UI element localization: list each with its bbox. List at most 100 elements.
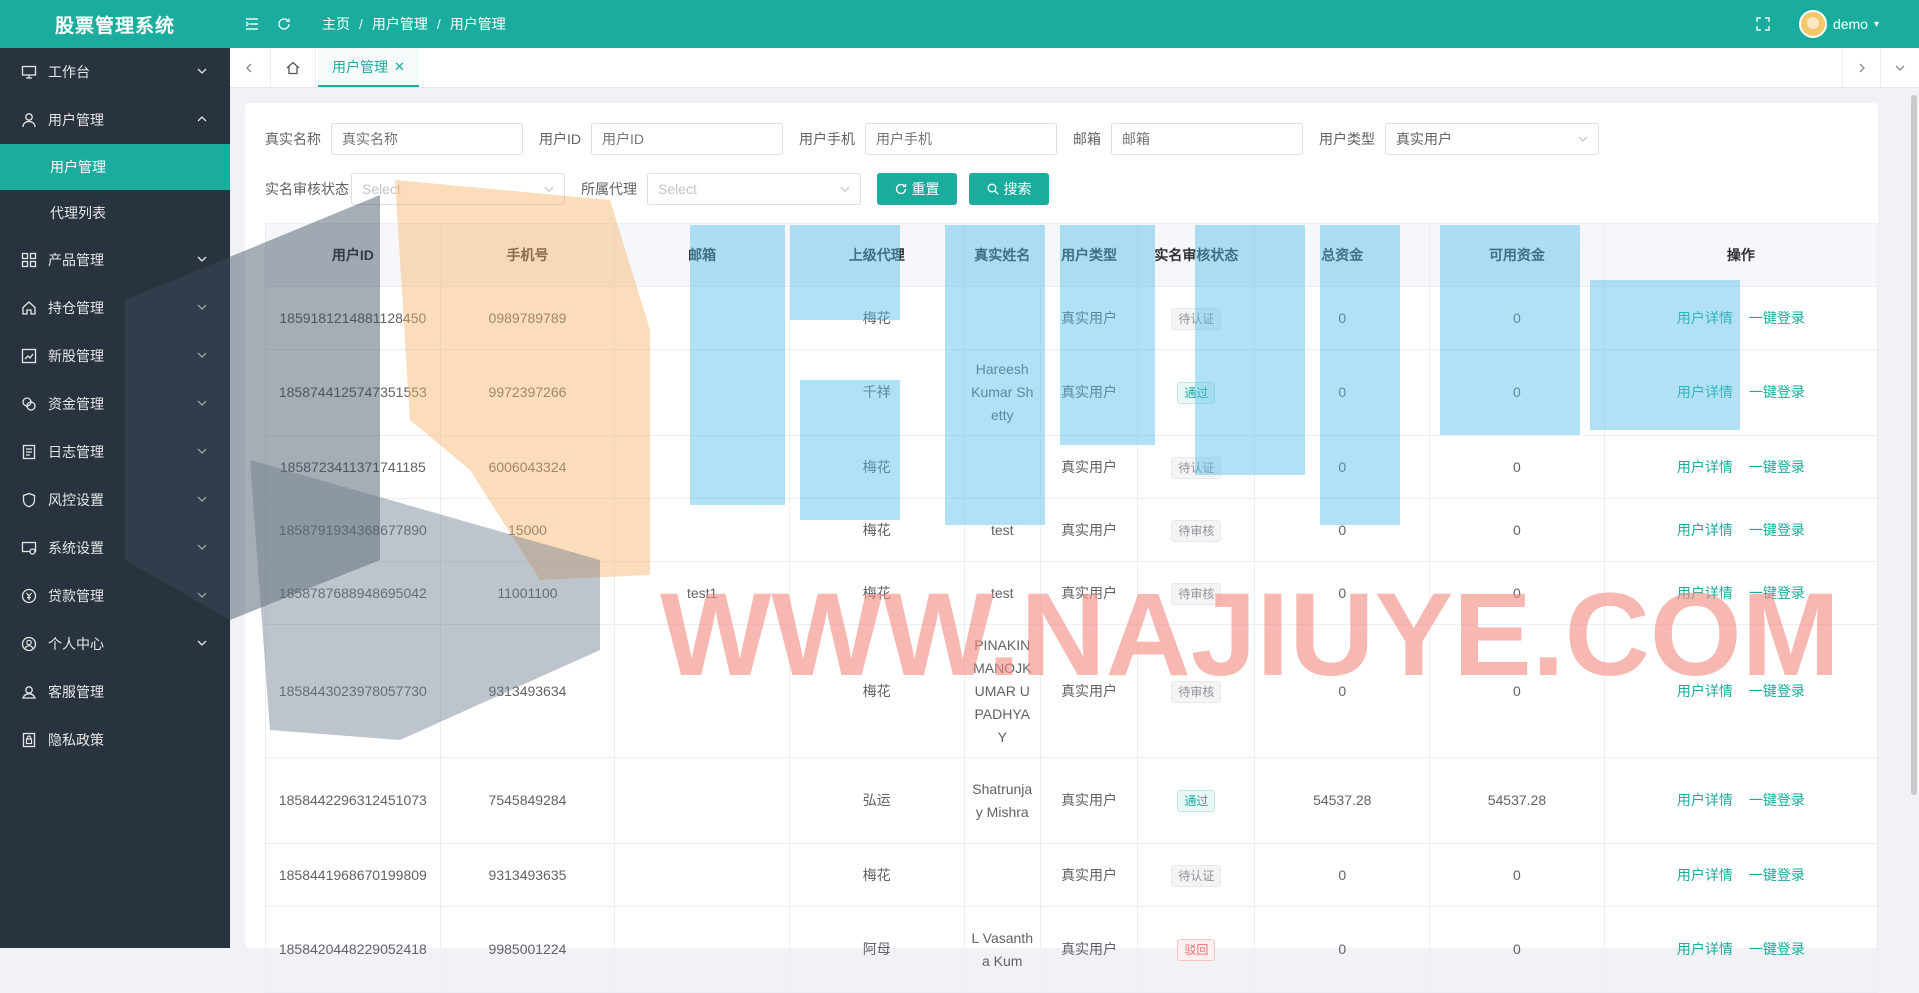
user-id-input[interactable]: [591, 123, 783, 155]
sidebar-item-privacy[interactable]: 隐私政策: [0, 716, 230, 764]
user-detail-link[interactable]: 用户详情: [1677, 792, 1733, 808]
one-click-login-link[interactable]: 一键登录: [1749, 459, 1805, 475]
one-click-login-link[interactable]: 一键登录: [1749, 867, 1805, 883]
status-badge: 待认证: [1171, 307, 1222, 330]
cell-user-id: 1858420448229052418: [265, 906, 441, 993]
chevron-down-icon: [197, 496, 207, 502]
sidebar-item-label: 个人中心: [48, 636, 104, 652]
sidebar-subitem-user-management[interactable]: 用户管理: [0, 144, 230, 190]
avatar[interactable]: [1798, 10, 1827, 38]
tab-menu-chevron-down-icon[interactable]: [1880, 48, 1919, 87]
page-scrollbar[interactable]: [1911, 95, 1917, 795]
col-header-phone: 手机号: [439, 223, 616, 287]
agent-select[interactable]: Select: [647, 173, 861, 205]
table-row: 1858443023978057730 9313493634 梅花 PINAKI…: [265, 624, 1879, 758]
sidebar: 工作台 用户管理 用户管理 代理列表 产品管理 持仓管理 新股管理 资金管理 日…: [0, 48, 230, 948]
user-detail-link[interactable]: 用户详情: [1677, 310, 1733, 326]
user-detail-link[interactable]: 用户详情: [1677, 522, 1733, 538]
sidebar-subitem-agent-list[interactable]: 代理列表: [0, 190, 230, 236]
sidebar-item-label: 工作台: [48, 64, 90, 80]
email-input[interactable]: [1111, 123, 1303, 155]
grid-icon: [20, 251, 38, 269]
user-detail-link[interactable]: 用户详情: [1677, 683, 1733, 699]
sidebar-item-profile[interactable]: 个人中心: [0, 620, 230, 668]
home-icon: [286, 61, 300, 74]
chevron-down-icon: [197, 592, 207, 598]
table-row: 1858420448229052418 9985001224 阿母 L Vasa…: [265, 906, 1879, 993]
cell-phone: 0989789789: [439, 286, 616, 350]
tab-user-management[interactable]: 用户管理 ✕: [318, 48, 419, 87]
tab-scroll-right-icon[interactable]: [1842, 48, 1881, 87]
tab-home[interactable]: [270, 48, 316, 87]
fullscreen-icon[interactable]: [1753, 14, 1773, 34]
phone-input[interactable]: [865, 123, 1057, 155]
user-detail-link[interactable]: 用户详情: [1677, 867, 1733, 883]
log-icon: [20, 443, 38, 461]
sidebar-item-loans[interactable]: 贷款管理: [0, 572, 230, 620]
table-header-row: 用户ID 手机号 邮箱 上级代理 真实姓名 用户类型 实名审核状态 总资金 可用…: [265, 223, 1879, 287]
cell-user-id: 1858723411371741185: [265, 435, 441, 499]
username[interactable]: demo: [1833, 16, 1868, 32]
cell-phone: 11001100: [439, 561, 616, 625]
cell-user-id: 1858442296312451073: [265, 757, 441, 844]
user-detail-link[interactable]: 用户详情: [1677, 384, 1733, 400]
collapse-menu-icon[interactable]: [242, 14, 262, 34]
chart-icon: [20, 347, 38, 365]
cell-user-id: 1858787688948695042: [265, 561, 441, 625]
one-click-login-link[interactable]: 一键登录: [1749, 941, 1805, 957]
table-row: 1858442296312451073 7545849284 弘运 Shatru…: [265, 757, 1879, 844]
search-button[interactable]: 搜索: [969, 173, 1049, 205]
sidebar-item-dashboard[interactable]: 工作台: [0, 48, 230, 96]
user-detail-link[interactable]: 用户详情: [1677, 941, 1733, 957]
one-click-login-link[interactable]: 一键登录: [1749, 522, 1805, 538]
sidebar-item-funds[interactable]: 资金管理: [0, 380, 230, 428]
refresh-icon[interactable]: [274, 14, 294, 34]
chevron-down-icon: [197, 640, 207, 646]
sidebar-item-customer-service[interactable]: 客服管理: [0, 668, 230, 716]
one-click-login-link[interactable]: 一键登录: [1749, 683, 1805, 699]
cell-actions: 用户详情 一键登录: [1603, 349, 1879, 436]
col-header-user-type: 用户类型: [1039, 223, 1139, 287]
breadcrumb-separator: /: [359, 16, 363, 32]
user-type-value: 真实用户: [1396, 131, 1452, 147]
content-card: 真实名称 用户ID 用户手机 邮箱 用户类型 真实用户 实名审核状态 Selec…: [245, 103, 1879, 993]
sidebar-item-logs[interactable]: 日志管理: [0, 428, 230, 476]
cell-email: [614, 843, 790, 907]
user-detail-link[interactable]: 用户详情: [1677, 585, 1733, 601]
cell-total-funds: 0: [1254, 498, 1431, 562]
one-click-login-link[interactable]: 一键登录: [1749, 792, 1805, 808]
cell-user-id: 1858744125747351553: [265, 349, 441, 436]
cell-agent: 梅花: [788, 843, 965, 907]
sidebar-item-products[interactable]: 产品管理: [0, 236, 230, 284]
chevron-down-icon: [197, 352, 207, 358]
user-detail-link[interactable]: 用户详情: [1677, 459, 1733, 475]
verify-status-select[interactable]: Select: [351, 173, 565, 205]
reset-button[interactable]: 重置: [877, 173, 957, 205]
real-name-input[interactable]: [331, 123, 523, 155]
cell-user-type: 真实用户: [1039, 349, 1139, 436]
breadcrumb-home[interactable]: 主页: [322, 14, 350, 34]
one-click-login-link[interactable]: 一键登录: [1749, 384, 1805, 400]
one-click-login-link[interactable]: 一键登录: [1749, 310, 1805, 326]
sidebar-item-system-settings[interactable]: 系统设置: [0, 524, 230, 572]
sidebar-item-user-management[interactable]: 用户管理: [0, 96, 230, 144]
sidebar-item-label: 用户管理: [48, 112, 104, 128]
breadcrumb-user-mgmt[interactable]: 用户管理: [372, 14, 428, 34]
cell-user-type: 真实用户: [1039, 498, 1139, 562]
sidebar-item-label: 持仓管理: [48, 300, 104, 316]
user-type-label: 用户类型: [1319, 131, 1375, 147]
sidebar-item-ipo[interactable]: 新股管理: [0, 332, 230, 380]
tab-scroll-left-icon[interactable]: [230, 48, 268, 87]
cell-real-name: test: [963, 561, 1041, 625]
status-badge: 通过: [1177, 790, 1216, 812]
sidebar-item-risk-control[interactable]: 风控设置: [0, 476, 230, 524]
sidebar-item-positions[interactable]: 持仓管理: [0, 284, 230, 332]
privacy-icon: [20, 731, 38, 749]
table-row: 1858441968670199809 9313493635 梅花 真实用户 待…: [265, 843, 1879, 907]
col-header-verify-status: 实名审核状态: [1137, 223, 1256, 287]
user-type-select[interactable]: 真实用户: [1385, 123, 1599, 155]
real-name-label: 真实名称: [265, 131, 321, 147]
close-icon[interactable]: ✕: [394, 59, 405, 75]
chevron-down-icon[interactable]: ▾: [1874, 19, 1879, 30]
one-click-login-link[interactable]: 一键登录: [1749, 585, 1805, 601]
